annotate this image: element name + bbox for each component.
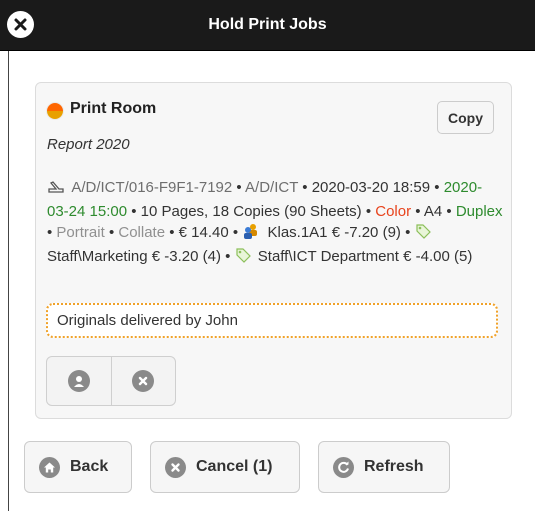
account-count: (9) <box>382 224 401 241</box>
refresh-button[interactable]: Refresh <box>318 441 450 493</box>
user-icon <box>67 370 90 392</box>
job-pages-copies: 10 Pages, 18 Copies (90 Sheets) <box>140 202 362 220</box>
close-icon <box>7 11 34 38</box>
close-button[interactable] <box>3 7 38 42</box>
back-button[interactable]: Back <box>24 441 132 493</box>
cancel-icon <box>165 456 186 478</box>
account-count: (4) <box>202 247 221 265</box>
back-label: Back <box>70 458 109 475</box>
cancel-button[interactable]: Cancel (1) <box>150 441 300 493</box>
account-name: Klas.1A1 <box>267 224 328 241</box>
printer-tray-icon <box>47 179 65 201</box>
job-action-group <box>46 356 176 406</box>
account-name: Staff\ICT Department <box>257 247 399 265</box>
job-duplex: Duplex <box>455 202 503 220</box>
left-edge-divider <box>8 51 9 511</box>
job-submitted-time: 2020-03-20 18:59 <box>311 179 431 196</box>
cancel-icon <box>132 370 155 392</box>
printer-status-icon <box>47 103 63 119</box>
printer-name: Print Room <box>70 100 157 117</box>
page-title: Hold Print Jobs <box>208 16 327 33</box>
account-count: (5) <box>454 247 473 265</box>
user-button[interactable] <box>47 357 111 405</box>
job-user-path: A/D/ICT/016-F9F1-7192 <box>71 179 233 196</box>
job-user-group: A/D/ICT <box>245 179 299 196</box>
job-title: Report 2020 <box>47 136 130 153</box>
job-paper-size: A4 <box>423 202 443 220</box>
job-note: Originals delivered by John <box>46 303 498 338</box>
job-cost: € 14.40 <box>178 224 229 241</box>
refresh-label: Refresh <box>364 458 424 475</box>
refresh-icon <box>333 456 354 478</box>
print-job-card: Print Room Copy Report 2020 A/D/ICT/016-… <box>35 82 512 419</box>
account-amount: € -7.20 <box>331 224 379 241</box>
tag-icon <box>235 247 251 270</box>
account-amount: € -3.20 <box>151 247 199 265</box>
header-bar: Hold Print Jobs <box>0 0 535 51</box>
cancel-label: Cancel (1) <box>196 458 273 475</box>
tag-icon <box>415 223 431 246</box>
job-details: A/D/ICT/016-F9F1-7192 • A/D/ICT • 2020-0… <box>47 177 503 269</box>
cancel-job-button[interactable] <box>110 357 176 405</box>
account-amount: € -4.00 <box>403 247 450 265</box>
home-icon <box>39 456 60 478</box>
copy-button[interactable]: Copy <box>437 101 494 134</box>
account-name: Staff\Marketing <box>47 247 148 265</box>
job-collate: Collate <box>118 224 166 241</box>
job-orientation: Portrait <box>56 224 105 241</box>
group-icon <box>242 223 260 246</box>
job-color-mode: Color <box>375 202 412 220</box>
